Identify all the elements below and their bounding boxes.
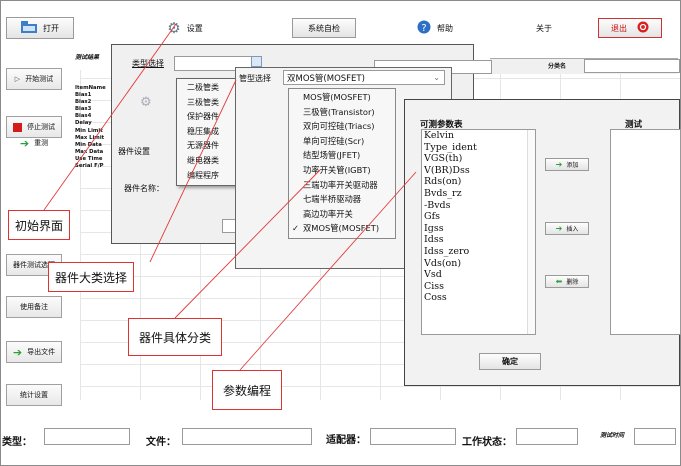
work-status-field[interactable]	[516, 428, 578, 445]
annotation-lines	[43, 23, 417, 371]
test-time-field[interactable]	[634, 428, 676, 445]
annotation-initial: 初始界面	[8, 210, 71, 240]
line-category	[149, 79, 237, 263]
annotation-params: 参数编程	[212, 370, 283, 410]
adapter-label: 适配器：	[326, 435, 366, 446]
annotation-subclass: 器件具体分类	[128, 318, 223, 356]
line-subclass	[174, 169, 321, 319]
type-label: 类型：	[2, 437, 32, 448]
line-params	[239, 171, 417, 371]
line-initial	[43, 23, 177, 211]
adapter-field[interactable]	[370, 428, 456, 445]
type-field[interactable]	[44, 428, 130, 445]
work-status-label: 工作状态：	[462, 437, 512, 448]
test-time-label: 测试时间	[600, 432, 625, 439]
annotation-category: 器件大类选择	[48, 262, 135, 292]
file-label: 文件：	[146, 437, 176, 448]
file-field[interactable]	[182, 428, 312, 445]
